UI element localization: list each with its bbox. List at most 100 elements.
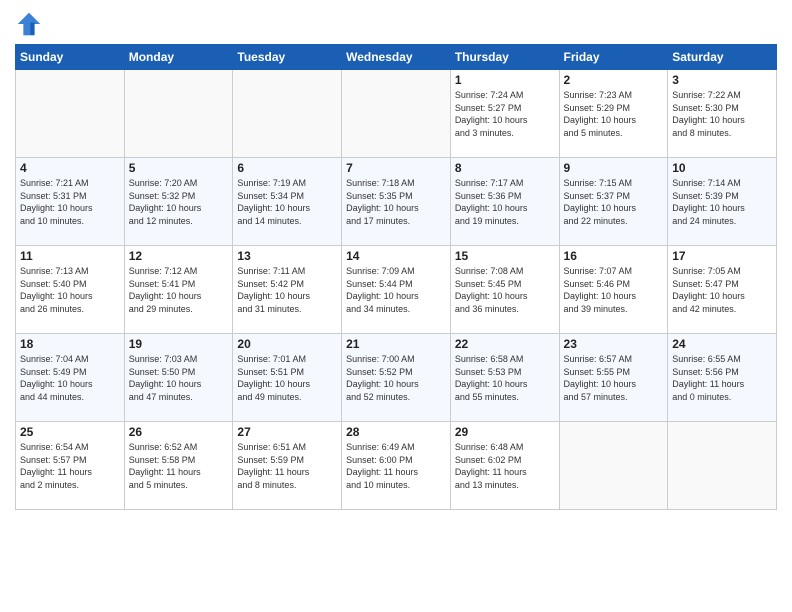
day-number: 7 bbox=[346, 161, 446, 175]
day-number: 10 bbox=[672, 161, 772, 175]
col-header-thursday: Thursday bbox=[450, 45, 559, 70]
day-info: Sunrise: 6:55 AM Sunset: 5:56 PM Dayligh… bbox=[672, 353, 772, 403]
day-info: Sunrise: 7:24 AM Sunset: 5:27 PM Dayligh… bbox=[455, 89, 555, 139]
day-number: 12 bbox=[129, 249, 229, 263]
day-number: 5 bbox=[129, 161, 229, 175]
day-number: 21 bbox=[346, 337, 446, 351]
day-info: Sunrise: 7:21 AM Sunset: 5:31 PM Dayligh… bbox=[20, 177, 120, 227]
day-info: Sunrise: 6:58 AM Sunset: 5:53 PM Dayligh… bbox=[455, 353, 555, 403]
calendar-day-1: 1 Sunrise: 7:24 AM Sunset: 5:27 PM Daylig… bbox=[450, 70, 559, 158]
day-number: 25 bbox=[20, 425, 120, 439]
day-info: Sunrise: 7:03 AM Sunset: 5:50 PM Dayligh… bbox=[129, 353, 229, 403]
calendar-day-29: 29 Sunrise: 6:48 AM Sunset: 6:02 PM Dayli… bbox=[450, 422, 559, 510]
calendar-day-10: 10 Sunrise: 7:14 AM Sunset: 5:39 PM Dayli… bbox=[668, 158, 777, 246]
day-info: Sunrise: 7:09 AM Sunset: 5:44 PM Dayligh… bbox=[346, 265, 446, 315]
day-number: 26 bbox=[129, 425, 229, 439]
day-info: Sunrise: 7:15 AM Sunset: 5:37 PM Dayligh… bbox=[564, 177, 664, 227]
calendar-day-12: 12 Sunrise: 7:12 AM Sunset: 5:41 PM Dayli… bbox=[124, 246, 233, 334]
day-info: Sunrise: 7:22 AM Sunset: 5:30 PM Dayligh… bbox=[672, 89, 772, 139]
calendar-day-4: 4Sunrise: 7:21 AM Sunset: 5:31 PM Daylig… bbox=[16, 158, 125, 246]
calendar-day-16: 16 Sunrise: 7:07 AM Sunset: 5:46 PM Dayli… bbox=[559, 246, 668, 334]
day-number: 3 bbox=[672, 73, 772, 87]
calendar-day-19: 19 Sunrise: 7:03 AM Sunset: 5:50 PM Dayli… bbox=[124, 334, 233, 422]
col-header-friday: Friday bbox=[559, 45, 668, 70]
day-number: 6 bbox=[237, 161, 337, 175]
day-number: 1 bbox=[455, 73, 555, 87]
calendar-day-18: 18Sunrise: 7:04 AM Sunset: 5:49 PM Dayli… bbox=[16, 334, 125, 422]
day-info: Sunrise: 7:05 AM Sunset: 5:47 PM Dayligh… bbox=[672, 265, 772, 315]
day-number: 13 bbox=[237, 249, 337, 263]
calendar-day-9: 9 Sunrise: 7:15 AM Sunset: 5:37 PM Daylig… bbox=[559, 158, 668, 246]
calendar-day-2: 2 Sunrise: 7:23 AM Sunset: 5:29 PM Daylig… bbox=[559, 70, 668, 158]
calendar-day-28: 28Sunrise: 6:49 AM Sunset: 6:00 PM Dayli… bbox=[342, 422, 451, 510]
day-number: 19 bbox=[129, 337, 229, 351]
calendar-day-17: 17 Sunrise: 7:05 AM Sunset: 5:47 PM Dayli… bbox=[668, 246, 777, 334]
day-number: 20 bbox=[237, 337, 337, 351]
day-number: 15 bbox=[455, 249, 555, 263]
day-info: Sunrise: 7:23 AM Sunset: 5:29 PM Dayligh… bbox=[564, 89, 664, 139]
day-info: Sunrise: 7:14 AM Sunset: 5:39 PM Dayligh… bbox=[672, 177, 772, 227]
calendar-day-11: 11 Sunrise: 7:13 AM Sunset: 5:40 PM Dayli… bbox=[16, 246, 125, 334]
calendar-day-23: 23 Sunrise: 6:57 AM Sunset: 5:55 PM Dayli… bbox=[559, 334, 668, 422]
calendar-day-3: 3 Sunrise: 7:22 AM Sunset: 5:30 PM Daylig… bbox=[668, 70, 777, 158]
calendar-week-4: 18Sunrise: 7:04 AM Sunset: 5:49 PM Dayli… bbox=[16, 334, 777, 422]
calendar-day-22: 22 Sunrise: 6:58 AM Sunset: 5:53 PM Dayli… bbox=[450, 334, 559, 422]
calendar-week-1: 1 Sunrise: 7:24 AM Sunset: 5:27 PM Daylig… bbox=[16, 70, 777, 158]
day-number: 9 bbox=[564, 161, 664, 175]
day-info: Sunrise: 7:08 AM Sunset: 5:45 PM Dayligh… bbox=[455, 265, 555, 315]
calendar-day-7: 7 Sunrise: 7:18 AM Sunset: 5:35 PM Daylig… bbox=[342, 158, 451, 246]
day-info: Sunrise: 7:12 AM Sunset: 5:41 PM Dayligh… bbox=[129, 265, 229, 315]
calendar-header-row: SundayMondayTuesdayWednesdayThursdayFrid… bbox=[16, 45, 777, 70]
calendar-day-27: 27Sunrise: 6:51 AM Sunset: 5:59 PM Dayli… bbox=[233, 422, 342, 510]
day-number: 2 bbox=[564, 73, 664, 87]
day-info: Sunrise: 7:07 AM Sunset: 5:46 PM Dayligh… bbox=[564, 265, 664, 315]
calendar-empty bbox=[124, 70, 233, 158]
day-info: Sunrise: 7:00 AM Sunset: 5:52 PM Dayligh… bbox=[346, 353, 446, 403]
header bbox=[15, 10, 777, 38]
calendar-day-14: 14 Sunrise: 7:09 AM Sunset: 5:44 PM Dayli… bbox=[342, 246, 451, 334]
day-info: Sunrise: 7:20 AM Sunset: 5:32 PM Dayligh… bbox=[129, 177, 229, 227]
day-number: 14 bbox=[346, 249, 446, 263]
day-number: 18 bbox=[20, 337, 120, 351]
col-header-tuesday: Tuesday bbox=[233, 45, 342, 70]
calendar-empty bbox=[342, 70, 451, 158]
day-info: Sunrise: 6:57 AM Sunset: 5:55 PM Dayligh… bbox=[564, 353, 664, 403]
day-number: 17 bbox=[672, 249, 772, 263]
day-info: Sunrise: 7:01 AM Sunset: 5:51 PM Dayligh… bbox=[237, 353, 337, 403]
day-number: 24 bbox=[672, 337, 772, 351]
logo bbox=[15, 10, 47, 38]
calendar-table: SundayMondayTuesdayWednesdayThursdayFrid… bbox=[15, 44, 777, 510]
calendar-day-24: 24 Sunrise: 6:55 AM Sunset: 5:56 PM Dayli… bbox=[668, 334, 777, 422]
calendar-day-25: 25 Sunrise: 6:54 AM Sunset: 5:57 PM Dayli… bbox=[16, 422, 125, 510]
day-number: 22 bbox=[455, 337, 555, 351]
day-info: Sunrise: 6:52 AM Sunset: 5:58 PM Dayligh… bbox=[129, 441, 229, 491]
calendar-day-20: 20 Sunrise: 7:01 AM Sunset: 5:51 PM Dayli… bbox=[233, 334, 342, 422]
calendar-empty bbox=[559, 422, 668, 510]
calendar-week-2: 4Sunrise: 7:21 AM Sunset: 5:31 PM Daylig… bbox=[16, 158, 777, 246]
day-info: Sunrise: 6:48 AM Sunset: 6:02 PM Dayligh… bbox=[455, 441, 555, 491]
day-info: Sunrise: 6:49 AM Sunset: 6:00 PM Dayligh… bbox=[346, 441, 446, 491]
page-container: SundayMondayTuesdayWednesdayThursdayFrid… bbox=[0, 0, 792, 520]
col-header-saturday: Saturday bbox=[668, 45, 777, 70]
day-number: 27 bbox=[237, 425, 337, 439]
col-header-sunday: Sunday bbox=[16, 45, 125, 70]
day-number: 29 bbox=[455, 425, 555, 439]
day-info: Sunrise: 6:54 AM Sunset: 5:57 PM Dayligh… bbox=[20, 441, 120, 491]
calendar-day-26: 26 Sunrise: 6:52 AM Sunset: 5:58 PM Dayli… bbox=[124, 422, 233, 510]
day-info: Sunrise: 7:18 AM Sunset: 5:35 PM Dayligh… bbox=[346, 177, 446, 227]
calendar-day-6: 6 Sunrise: 7:19 AM Sunset: 5:34 PM Daylig… bbox=[233, 158, 342, 246]
day-number: 8 bbox=[455, 161, 555, 175]
col-header-wednesday: Wednesday bbox=[342, 45, 451, 70]
calendar-empty bbox=[16, 70, 125, 158]
day-info: Sunrise: 7:17 AM Sunset: 5:36 PM Dayligh… bbox=[455, 177, 555, 227]
calendar-week-5: 25 Sunrise: 6:54 AM Sunset: 5:57 PM Dayli… bbox=[16, 422, 777, 510]
day-info: Sunrise: 7:19 AM Sunset: 5:34 PM Dayligh… bbox=[237, 177, 337, 227]
calendar-day-21: 21 Sunrise: 7:00 AM Sunset: 5:52 PM Dayli… bbox=[342, 334, 451, 422]
day-number: 11 bbox=[20, 249, 120, 263]
calendar-empty bbox=[668, 422, 777, 510]
logo-icon bbox=[15, 10, 43, 38]
calendar-day-13: 13Sunrise: 7:11 AM Sunset: 5:42 PM Dayli… bbox=[233, 246, 342, 334]
day-info: Sunrise: 7:13 AM Sunset: 5:40 PM Dayligh… bbox=[20, 265, 120, 315]
day-number: 16 bbox=[564, 249, 664, 263]
day-number: 23 bbox=[564, 337, 664, 351]
